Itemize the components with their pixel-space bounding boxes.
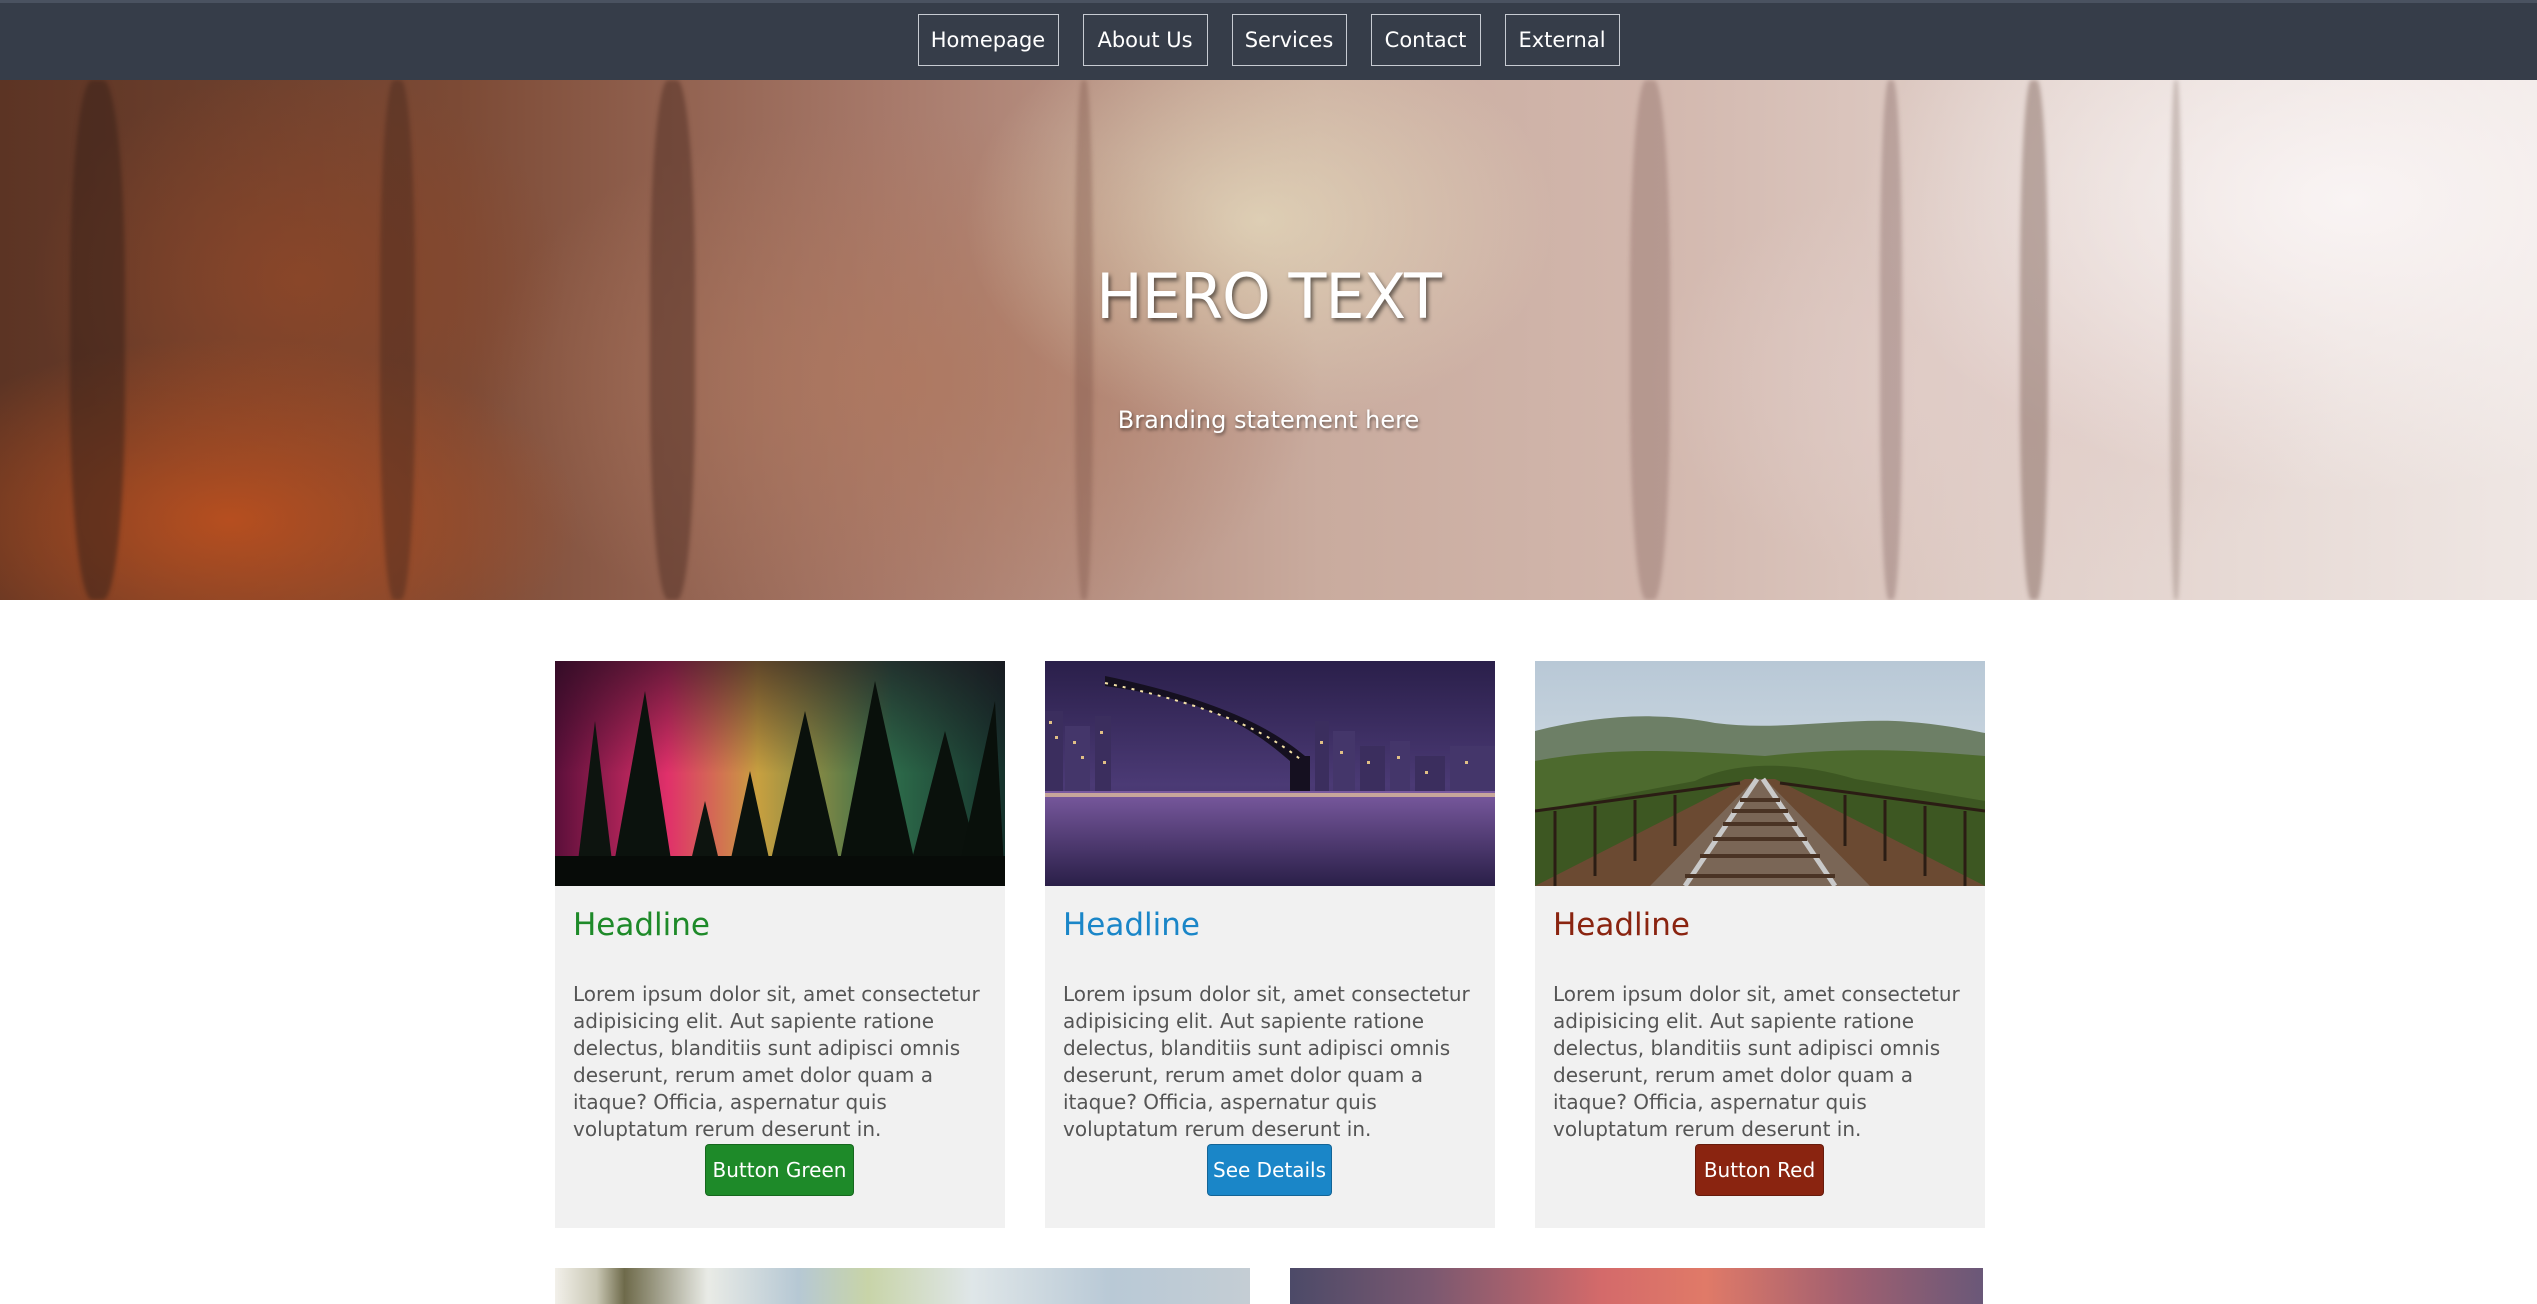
bottom-right-image [1290,1268,1983,1304]
city-bridge-image [1045,661,1495,886]
button-green[interactable]: Button Green [705,1144,854,1196]
hero-background-tree [1075,80,1093,600]
card-body-text: Lorem ipsum dolor sit, amet consectetur … [1063,982,1470,1141]
nav-contact-button[interactable]: Contact [1370,14,1481,66]
nav-homepage-button[interactable]: Homepage [917,14,1059,66]
nav-services-button[interactable]: Services [1231,14,1347,66]
hero-background-tree [2020,80,2048,600]
railway-bridge-image [1535,661,1985,886]
bottom-left-image [555,1268,1250,1304]
hero-subtitle: Branding statement here [1117,406,1420,434]
nav-external-button[interactable]: External [1504,14,1620,66]
hero-background-tree [650,80,695,600]
card-body-text: Lorem ipsum dolor sit, amet consectetur … [1553,982,1960,1141]
hero-background-tree [1880,80,1902,600]
top-navbar: Homepage About Us Services Contact Exter… [0,0,2537,80]
hero-background-tree [380,80,415,600]
feature-card-bridge: Headline Lorem ipsum dolor sit, amet con… [1045,661,1495,1228]
hero-banner: HERO TEXT Branding statement here [0,80,2537,600]
hero-background-tree [70,80,125,600]
see-details-button[interactable]: See Details [1207,1144,1332,1196]
aurora-forest-image [555,661,1005,886]
card-headline: Headline [1063,907,1201,943]
hero-title: HERO TEXT [1096,260,1442,333]
nav-about-us-button[interactable]: About Us [1082,14,1208,66]
feature-card-aurora: Headline Lorem ipsum dolor sit, amet con… [555,661,1005,1228]
card-body-text: Lorem ipsum dolor sit, amet consectetur … [573,982,980,1141]
card-headline: Headline [1553,907,1691,943]
button-red[interactable]: Button Red [1695,1144,1824,1196]
nav-menu: Homepage About Us Services Contact Exter… [0,14,2537,66]
feature-card-railway: Headline Lorem ipsum dolor sit, amet con… [1535,661,1985,1228]
hero-background-tree [1630,80,1670,600]
hero-background-tree [2170,80,2182,600]
card-headline: Headline [573,907,711,943]
